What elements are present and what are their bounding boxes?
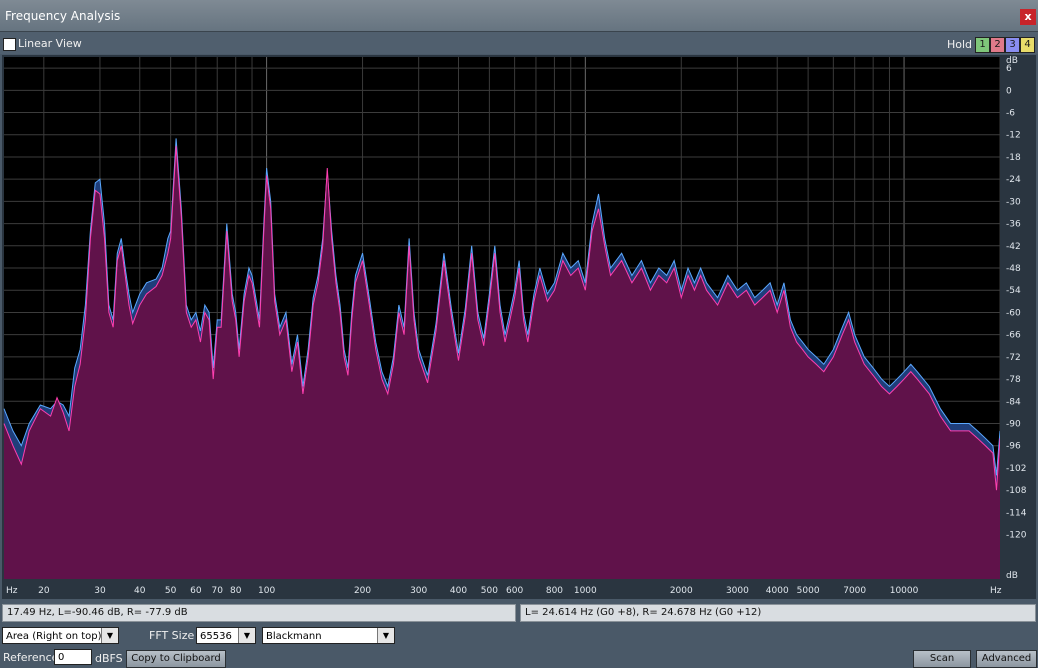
x-tick-label: 300 [410, 586, 427, 596]
hold-button-2[interactable]: 2 [990, 37, 1005, 53]
x-tick-label: 5000 [797, 586, 820, 596]
fft-size-select[interactable]: 65536 ▼ [196, 627, 256, 644]
hold-label: Hold [947, 38, 973, 51]
y-tick-label: -96 [1006, 442, 1021, 452]
x-tick-label: 3000 [726, 586, 749, 596]
y-tick-label: -60 [1006, 308, 1021, 318]
x-tick-label: 60 [190, 586, 202, 596]
fft-size-value: 65536 [200, 631, 232, 642]
x-tick-label: 20 [38, 586, 50, 596]
spectrum-chart[interactable]: 60 -6 -12 -18 -24 -30 -36 -42 -48 -54 -60 -66 -72 -78… [2, 55, 1036, 599]
y-unit-label: dB [1006, 56, 1018, 66]
x-tick-label: 80 [230, 586, 242, 596]
cursor-readout: 17.49 Hz, L=-90.46 dB, R= -77.9 dB [2, 604, 516, 622]
advanced-button[interactable]: Advanced [976, 650, 1037, 668]
window-function-select[interactable]: Blackmann ▼ [262, 627, 395, 644]
x-tick-label: 30 [94, 586, 106, 596]
y-tick-label: -6 [1006, 109, 1015, 119]
window-function-value: Blackmann [266, 631, 322, 642]
x-unit-label-right: Hz [990, 586, 1002, 596]
y-tick-label: -30 [1006, 197, 1021, 207]
scan-button[interactable]: Scan [913, 650, 971, 668]
y-tick-label: -72 [1006, 353, 1021, 363]
x-tick-label: 4000 [766, 586, 789, 596]
x-tick-label: 200 [354, 586, 371, 596]
reference-unit: dBFS [95, 652, 123, 665]
x-tick-label: 100 [258, 586, 275, 596]
copy-to-clipboard-button[interactable]: Copy to Clipboard [126, 650, 226, 668]
linear-view-label[interactable]: Linear View [18, 37, 82, 50]
window-title: Frequency Analysis [5, 9, 121, 23]
peak-readout: L= 24.614 Hz (G0 +8), R= 24.678 Hz (G0 +… [520, 604, 1036, 622]
y-tick-label: -36 [1006, 220, 1021, 230]
hold-button-4[interactable]: 4 [1020, 37, 1035, 53]
x-tick-label: 600 [506, 586, 523, 596]
x-tick-label: 400 [450, 586, 467, 596]
chevron-down-icon: ▼ [101, 628, 118, 643]
x-tick-label: 2000 [670, 586, 693, 596]
x-tick-label: 50 [165, 586, 177, 596]
display-mode-value: Area (Right on top) [6, 631, 102, 642]
hold-button-1[interactable]: 1 [975, 37, 990, 53]
x-tick-label: 7000 [843, 586, 866, 596]
y-tick-label: -66 [1006, 331, 1021, 341]
chevron-down-icon: ▼ [238, 628, 255, 643]
y-tick-label: -78 [1006, 375, 1021, 385]
y-tick-label: -24 [1006, 175, 1021, 185]
x-tick-label: 40 [134, 586, 146, 596]
linear-view-checkbox[interactable] [3, 38, 16, 51]
y-tick-label: 0 [1006, 86, 1012, 96]
hold-button-3[interactable]: 3 [1005, 37, 1020, 53]
y-tick-label: -84 [1006, 397, 1021, 407]
fft-size-label: FFT Size [149, 629, 195, 642]
spectrum-plot-area[interactable]: 6 0 -6 -12 -18 -24 -30 -36 -42 -48 -54 -60 -66 -72 -78… [2, 55, 1036, 599]
x-tick-label: 800 [546, 586, 563, 596]
y-tick-label: -90 [1006, 420, 1021, 430]
y-tick-label: -18 [1006, 153, 1021, 163]
x-tick-label: 10000 [890, 586, 919, 596]
y-tick-label: -12 [1006, 131, 1021, 141]
chevron-down-icon: ▼ [377, 628, 394, 643]
y-tick-label: -54 [1006, 286, 1021, 296]
y-tick-label: -42 [1006, 242, 1021, 252]
x-tick-label: 70 [212, 586, 224, 596]
reference-input[interactable]: 0 [54, 649, 92, 665]
y-tick-label: -102 [1006, 464, 1026, 474]
x-unit-label-left: Hz [6, 586, 18, 596]
y-tick-label: -114 [1006, 508, 1027, 518]
y-unit-label-bottom: dB [1006, 571, 1018, 581]
x-tick-label: 1000 [574, 586, 597, 596]
bottom-controls: Area (Right on top) ▼ FFT Size 65536 ▼ B… [0, 624, 1038, 668]
toolbar: Linear View Hold 1 2 3 4 [0, 32, 1038, 54]
y-tick-label: -108 [1006, 486, 1027, 496]
display-mode-select[interactable]: Area (Right on top) ▼ [2, 627, 119, 644]
x-tick-label: 500 [481, 586, 498, 596]
reference-label: Reference [3, 651, 59, 664]
y-tick-label: -120 [1006, 531, 1027, 541]
y-tick-label: -48 [1006, 264, 1021, 274]
title-bar: Frequency Analysis x [0, 0, 1038, 32]
close-button[interactable]: x [1020, 9, 1036, 25]
